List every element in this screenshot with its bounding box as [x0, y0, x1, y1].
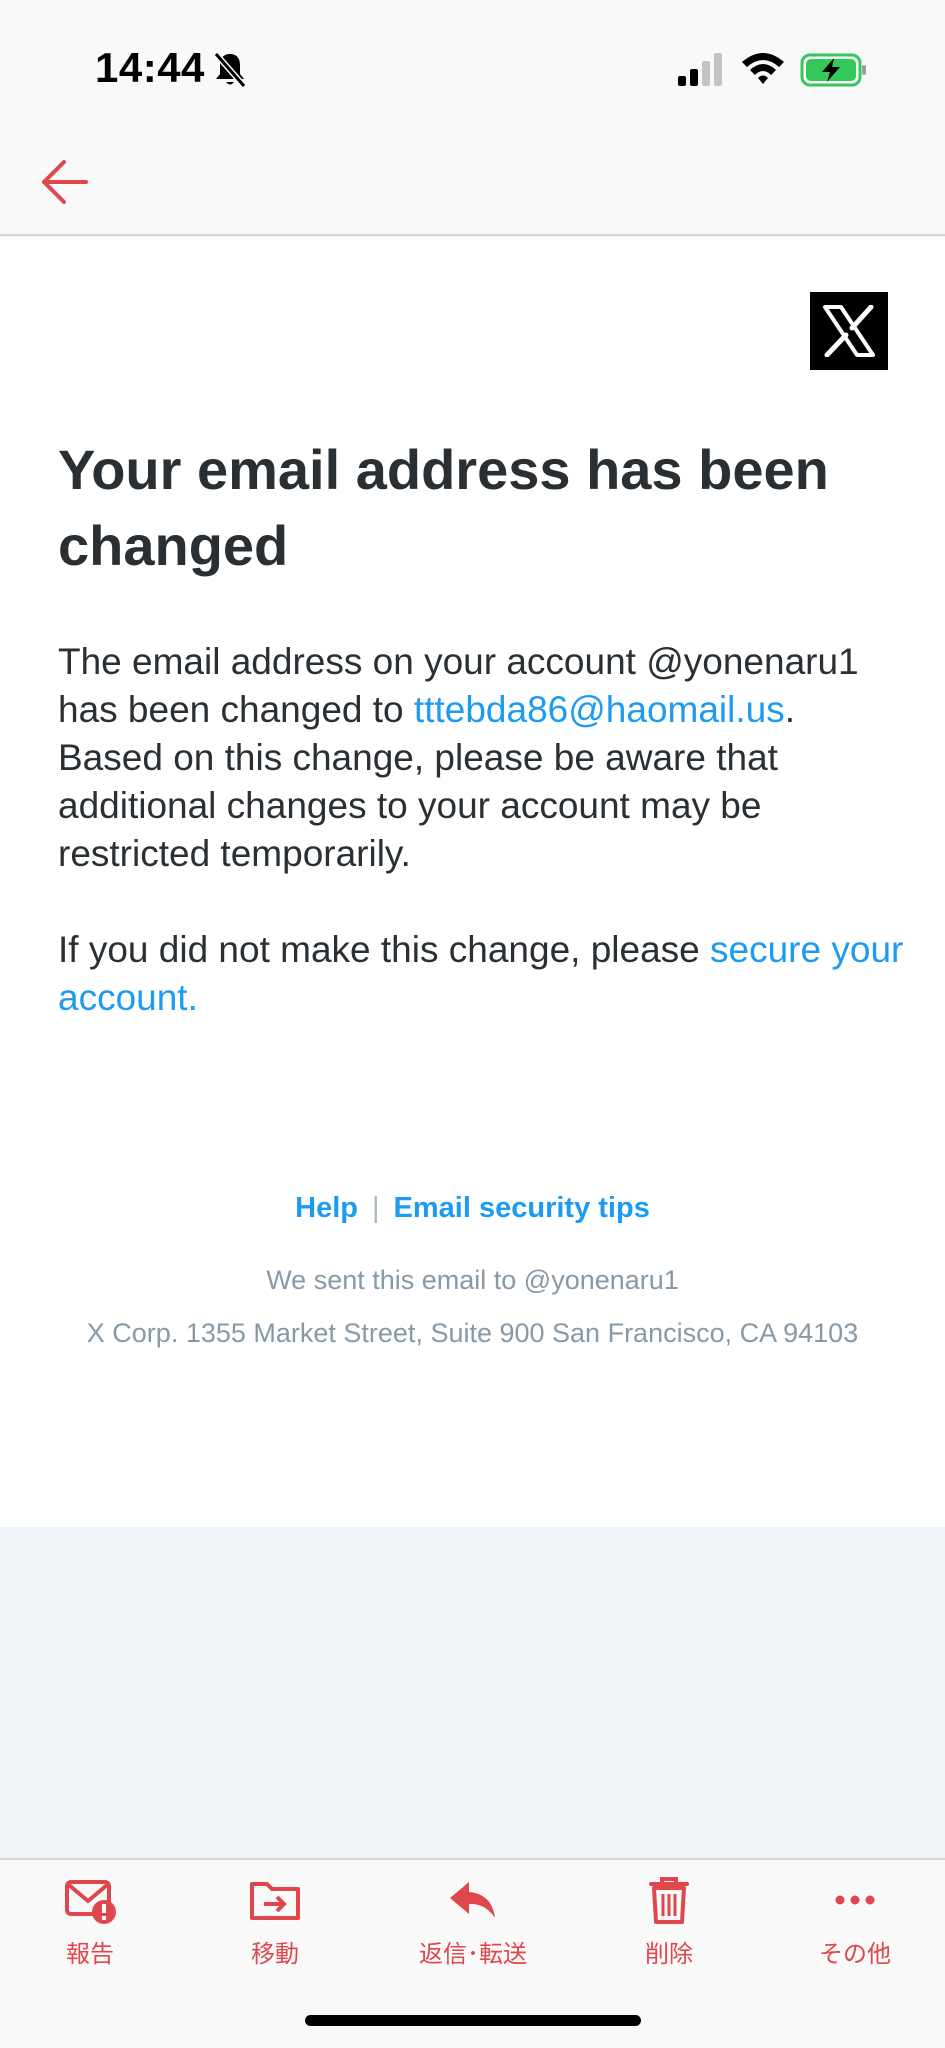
- reply-forward-label: 返信･転送: [419, 1940, 527, 1968]
- email-body: Your email address has been changed The …: [0, 237, 945, 1527]
- cellular-signal-icon: [678, 53, 722, 86]
- reply-arrow-icon: [450, 1882, 495, 1918]
- delete-label: 削除: [645, 1940, 693, 1968]
- move-label: 移動: [251, 1940, 299, 1968]
- status-bar: 14:44: [0, 0, 945, 118]
- mail-alert-icon: [65, 1880, 116, 1924]
- email-paragraph-secure: If you did not make this change, please …: [58, 926, 908, 1022]
- footer-separator: |: [372, 1192, 380, 1224]
- delete-button[interactable]: 削除: [599, 1874, 739, 1984]
- home-indicator: [305, 2015, 641, 2026]
- navigation-bar: [0, 118, 945, 236]
- company-address: X Corp. 1355 Market Street, Suite 900 Sa…: [86, 1318, 859, 1348]
- report-button[interactable]: 報告: [20, 1874, 160, 1984]
- reply-forward-button[interactable]: 返信･転送: [403, 1874, 543, 1984]
- battery-charging-icon: [800, 53, 866, 87]
- help-link[interactable]: Help: [295, 1192, 358, 1224]
- more-label: その他: [819, 1940, 891, 1968]
- more-button[interactable]: その他: [785, 1874, 925, 1984]
- sent-to-text: We sent this email to @yonenaru1: [266, 1265, 679, 1295]
- x-logo-icon: [810, 292, 888, 370]
- report-label: 報告: [66, 1940, 114, 1968]
- new-email-link[interactable]: tttebda86@haomail.us: [414, 689, 785, 730]
- paragraph-text: If you did not make this change, please: [58, 929, 711, 970]
- more-dots-icon: [835, 1895, 875, 1905]
- status-time: 14:44: [95, 44, 205, 91]
- back-arrow-icon[interactable]: [36, 154, 92, 210]
- wifi-icon: [742, 53, 784, 84]
- email-headline: Your email address has been changed: [58, 438, 829, 577]
- email-paragraph-change-notice: The email address on your account @yonen…: [58, 638, 908, 878]
- trash-icon: [649, 1877, 689, 1924]
- folder-move-icon: [250, 1882, 300, 1920]
- bell-muted-icon: [213, 52, 247, 88]
- email-security-tips-link[interactable]: Email security tips: [394, 1192, 650, 1224]
- footer-links: Help | Email security tips: [0, 1192, 945, 1225]
- move-button[interactable]: 移動: [205, 1874, 345, 1984]
